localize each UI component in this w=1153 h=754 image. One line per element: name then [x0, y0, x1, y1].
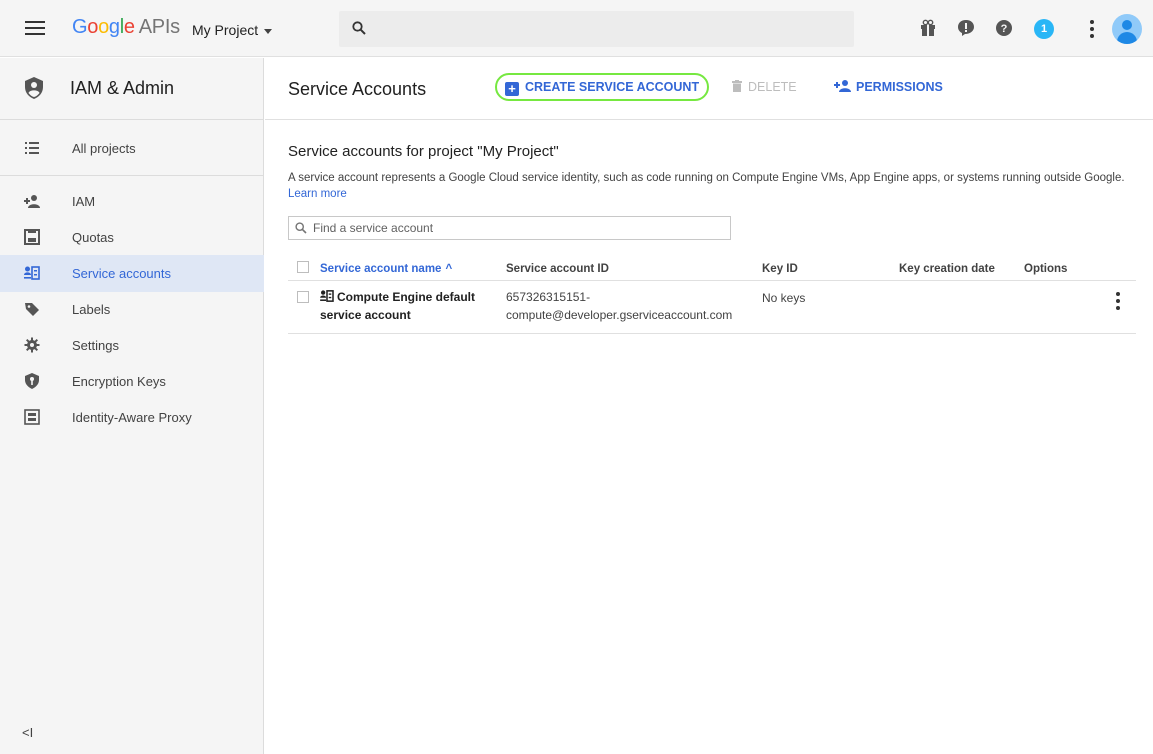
menu-icon[interactable] [25, 21, 45, 36]
service-account-icon [24, 266, 40, 280]
sidebar-item-label: IAM [72, 194, 96, 209]
sidebar-item-service-accounts[interactable]: Service accounts [0, 255, 264, 292]
trash-icon [732, 80, 742, 92]
project-selector[interactable]: My Project [192, 22, 273, 38]
sidebar-item-label: Quotas [72, 230, 114, 245]
top-app-bar: Google APIs My Project ? 1 [0, 0, 1153, 57]
help-icon[interactable]: ? [996, 20, 1012, 39]
google-apis-logo[interactable]: Google APIs [72, 16, 180, 39]
select-all-checkbox[interactable] [297, 261, 309, 273]
avatar[interactable] [1112, 14, 1142, 44]
section-title: Service accounts for project "My Project… [288, 143, 559, 160]
sidebar-item-settings[interactable]: Settings [0, 327, 264, 364]
create-button-label: CREATE SERVICE ACCOUNT [525, 80, 700, 94]
sidebar-item-label: Service accounts [72, 266, 171, 281]
create-service-account-button[interactable]: + CREATE SERVICE ACCOUNT [495, 73, 710, 101]
feedback-icon[interactable] [957, 19, 975, 40]
person-add-icon [24, 195, 40, 208]
sidebar-divider [0, 175, 264, 176]
sidebar-item-iam[interactable]: IAM [0, 183, 264, 220]
sort-by-name-header[interactable]: Service account name ^ [320, 263, 452, 275]
brand-suffix: APIs [138, 16, 180, 38]
search-input[interactable] [313, 220, 713, 236]
table-header: Service account name ^ Service account ID… [288, 256, 1136, 281]
add-box-icon: + [505, 82, 519, 96]
sidebar-item-label: Encryption Keys [72, 374, 166, 389]
key-shield-icon [25, 373, 39, 389]
learn-more-link[interactable]: Learn more [288, 188, 347, 200]
sidebar-item-label: Labels [72, 302, 111, 317]
sidebar-item-all-projects[interactable]: All projects [0, 130, 264, 167]
proxy-icon [24, 409, 40, 425]
sidebar: IAM & Admin All projects IAM Quotas Serv… [0, 58, 264, 754]
more-options-icon[interactable] [1090, 20, 1094, 41]
description-text: A service account represents a Google Cl… [288, 172, 1125, 184]
permissions-button[interactable]: PERMISSIONS [834, 80, 943, 94]
sidebar-item-label: Identity-Aware Proxy [72, 410, 192, 425]
sidebar-title: IAM & Admin [70, 78, 175, 98]
project-name: My Project [192, 22, 259, 38]
sort-ascending-icon: ^ [445, 263, 453, 275]
page-header: Service Accounts + CREATE SERVICE ACCOUNT… [265, 58, 1153, 120]
service-account-icon [320, 290, 334, 302]
service-account-name: Compute Engine default service account [320, 290, 475, 322]
list-icon [25, 142, 39, 154]
sidebar-item-label: Settings [72, 338, 119, 353]
delete-button[interactable]: DELETE [732, 80, 797, 94]
page-title: Service Accounts [288, 79, 427, 99]
column-header-key-date: Key creation date [899, 263, 995, 275]
quota-icon [24, 229, 40, 245]
sidebar-header: IAM & Admin [0, 58, 264, 120]
sidebar-item-encryption-keys[interactable]: Encryption Keys [0, 363, 264, 400]
caret-down-icon [264, 28, 273, 34]
sidebar-item-identity-aware-proxy[interactable]: Identity-Aware Proxy [0, 399, 264, 436]
person-add-icon [834, 80, 851, 92]
svg-text:?: ? [1001, 23, 1008, 35]
section-description: A service account represents a Google Cl… [288, 170, 1138, 202]
collapse-sidebar-button[interactable]: <I [22, 725, 33, 740]
sidebar-item-label: All projects [72, 141, 136, 156]
label-icon [25, 303, 39, 316]
iam-shield-icon [25, 77, 43, 99]
key-id-value: No keys [762, 291, 806, 305]
column-header-id: Service account ID [506, 263, 609, 275]
row-options-icon[interactable] [1116, 292, 1120, 313]
service-account-id: 657326315151- compute@developer.gservicea… [506, 290, 733, 322]
permissions-button-label: PERMISSIONS [856, 80, 943, 94]
search-icon [295, 222, 307, 234]
search-icon [352, 21, 366, 35]
gear-icon [24, 337, 40, 353]
search-bar[interactable] [339, 11, 854, 47]
table-row[interactable]: Compute Engine default service account 65… [288, 281, 1136, 334]
sidebar-item-labels[interactable]: Labels [0, 291, 264, 328]
find-service-account-field[interactable] [288, 216, 731, 240]
delete-button-label: DELETE [748, 80, 797, 94]
row-checkbox[interactable] [297, 291, 309, 303]
gift-icon[interactable] [920, 19, 936, 40]
column-header-key-id: Key ID [762, 263, 798, 275]
column-header-options: Options [1024, 263, 1068, 275]
notification-badge[interactable]: 1 [1034, 19, 1054, 39]
sidebar-item-quotas[interactable]: Quotas [0, 219, 264, 256]
